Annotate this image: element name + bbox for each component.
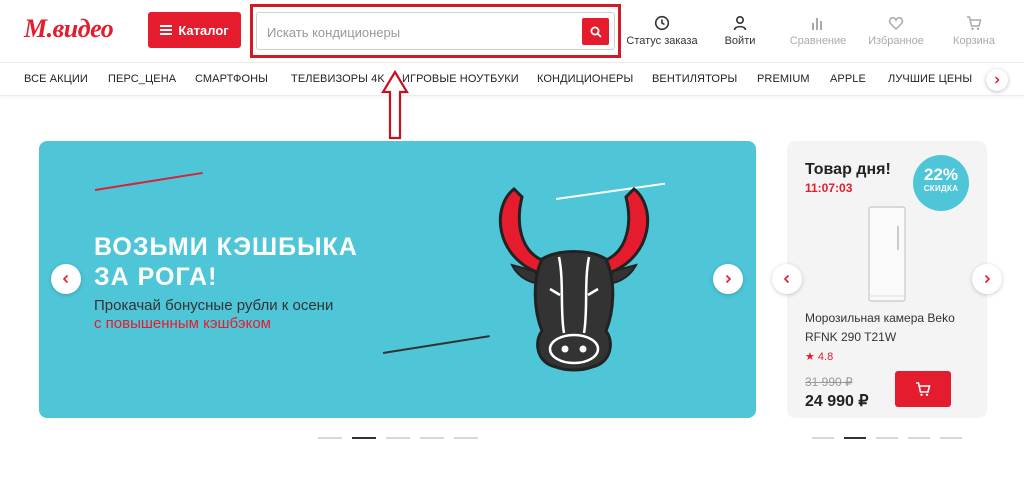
pagination-dot[interactable]	[386, 437, 410, 439]
cart-icon	[916, 382, 931, 396]
pagination-dot[interactable]	[908, 437, 930, 439]
nav-item-pers-price[interactable]: ПЕРС_ЦЕНА	[108, 73, 176, 85]
search-icon	[590, 26, 602, 38]
login-label: Войти	[724, 35, 756, 47]
product-rating: ★ 4.8	[805, 351, 834, 363]
discount-label: СКИДКА	[923, 184, 959, 193]
catalog-label: Каталог	[178, 22, 229, 38]
decorative-line	[94, 171, 203, 191]
compare-icon	[812, 18, 822, 30]
nav-item-tv-4k[interactable]: ТЕЛЕВИЗОРЫ 4K	[291, 73, 385, 85]
nav-item-gaming-laptops[interactable]: ИГРОВЫЕ НОУТБУКИ	[402, 73, 519, 85]
freezer-image[interactable]	[867, 206, 907, 302]
pagination-dot[interactable]	[876, 437, 898, 439]
add-to-cart-button[interactable]	[895, 371, 951, 407]
old-price: 31 990 ₽	[805, 375, 853, 389]
nav-scroll-right-button[interactable]	[986, 69, 1008, 91]
order-status-link[interactable]: Статус заказа	[622, 14, 702, 47]
user-icon	[733, 15, 747, 31]
menu-icon	[160, 25, 173, 35]
bull-illustration-icon	[498, 187, 650, 372]
search-button[interactable]	[582, 18, 609, 45]
nav-item-smartphones[interactable]: СМАРТФОНЫ	[195, 73, 268, 85]
cart-icon	[967, 16, 982, 30]
current-price: 24 990 ₽	[805, 393, 869, 410]
pagination-dot[interactable]	[454, 437, 478, 439]
login-link[interactable]: Войти	[700, 14, 780, 47]
compare-label: Сравнение	[789, 35, 847, 47]
discount-badge: 22% СКИДКА	[913, 155, 969, 211]
pagination-dot[interactable]	[812, 437, 834, 439]
banner-prev-button[interactable]	[51, 264, 81, 294]
annotation-arrow-icon	[381, 70, 409, 140]
product-name-link[interactable]: Морозильная камера Beko RFNK 290 T21W	[805, 309, 975, 347]
pagination-dot-active[interactable]	[352, 437, 376, 439]
banner-subtitle-accent: с повышенным кэшбэком	[94, 315, 271, 332]
deal-timer: 11:07:03	[805, 181, 853, 195]
pagination-dot[interactable]	[940, 437, 962, 439]
nav-item-all-promos[interactable]: ВСЕ АКЦИИ	[24, 73, 88, 85]
deal-pagination	[812, 437, 962, 439]
pagination-dot-active[interactable]	[844, 437, 866, 439]
discount-percent: 22%	[923, 165, 959, 184]
order-status-label: Статус заказа	[626, 35, 698, 47]
chevron-right-icon	[725, 274, 732, 284]
search-input[interactable]	[267, 22, 567, 42]
deal-title: Товар дня!	[805, 161, 891, 178]
nav-item-air-conditioners[interactable]: КОНДИЦИОНЕРЫ	[537, 73, 633, 85]
chevron-right-icon	[984, 274, 991, 284]
cart-label: Корзина	[953, 35, 995, 47]
banner-title: ВОЗЬМИ КЭШБЫКА ЗА РОГА!	[94, 233, 358, 291]
banner-pagination	[318, 437, 478, 439]
clock-icon	[654, 15, 670, 31]
deal-next-button[interactable]	[972, 264, 1002, 294]
deal-prev-button[interactable]	[772, 264, 802, 294]
favorites-link[interactable]: Избранное	[856, 14, 936, 47]
banner-next-button[interactable]	[713, 264, 743, 294]
heart-icon	[888, 17, 904, 31]
site-header: М.видео Каталог Статус заказа Войти Срав…	[0, 0, 1024, 62]
nav-item-best-prices[interactable]: ЛУЧШИЕ ЦЕНЫ	[888, 73, 972, 85]
catalog-button[interactable]: Каталог	[148, 12, 241, 48]
compare-link[interactable]: Сравнение	[778, 14, 858, 47]
promo-banner[interactable]: ВОЗЬМИ КЭШБЫКА ЗА РОГА! Прокачай бонусны…	[39, 141, 756, 418]
search-box	[256, 12, 615, 50]
chevron-left-icon	[783, 274, 790, 284]
chevron-left-icon	[62, 274, 69, 284]
favorites-label: Избранное	[868, 35, 924, 47]
nav-item-fans[interactable]: ВЕНТИЛЯТОРЫ	[652, 73, 737, 85]
chevron-right-icon	[994, 76, 1000, 84]
cart-link[interactable]: Корзина	[934, 14, 1014, 47]
pagination-dot[interactable]	[420, 437, 444, 439]
deal-of-the-day-card: Товар дня! 11:07:03 22% СКИДКА Морозильн…	[787, 141, 987, 418]
nav-item-apple[interactable]: APPLE	[830, 73, 866, 85]
mvideo-logo[interactable]: М.видео	[24, 14, 114, 44]
category-nav: ВСЕ АКЦИИ ПЕРС_ЦЕНА СМАРТФОНЫ ТЕЛЕВИЗОРЫ…	[0, 62, 1024, 96]
banner-subtitle: Прокачай бонусные рубли к осени	[94, 297, 334, 314]
nav-item-premium[interactable]: PREMIUM	[757, 73, 810, 85]
pagination-dot[interactable]	[318, 437, 342, 439]
